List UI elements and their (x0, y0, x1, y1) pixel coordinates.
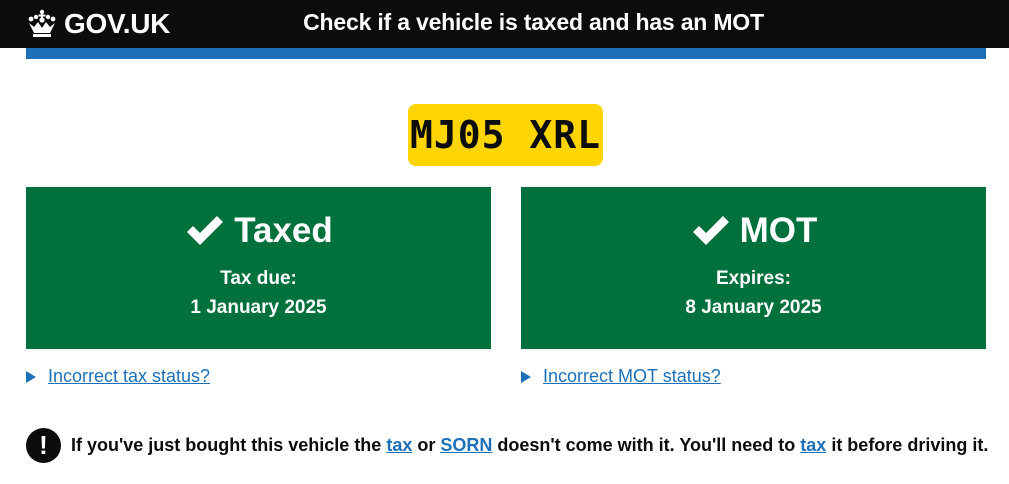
warning-text: ! If you've just bought this vehicle the… (26, 428, 988, 463)
incorrect-mot-status-link[interactable]: Incorrect MOT status? (543, 366, 721, 387)
warning-text-part: it before driving it. (826, 435, 989, 455)
warning-text-part: doesn't come with it. You'll need to (492, 435, 801, 455)
incorrect-tax-status-toggle[interactable]: Incorrect tax status? (26, 366, 210, 387)
mot-status-heading: MOT (521, 211, 986, 251)
tax-link[interactable]: tax (386, 435, 412, 455)
tick-icon (692, 216, 729, 245)
triangle-right-icon (521, 370, 531, 383)
tick-icon (187, 216, 224, 245)
warning-text-part: or (412, 435, 441, 455)
tax-due-date: 1 January 2025 (190, 297, 327, 318)
warning-message: If you've just bought this vehicle the t… (71, 435, 988, 456)
sorn-link[interactable]: SORN (440, 435, 492, 455)
tax-status-panel: Taxed Tax due: 1 January 2025 (26, 187, 491, 349)
tax-status-heading: Taxed (26, 211, 491, 251)
warning-text-part: If you've just bought this vehicle the (71, 435, 387, 455)
incorrect-tax-status-link[interactable]: Incorrect tax status? (48, 366, 210, 387)
service-name[interactable]: Check if a vehicle is taxed and has an M… (0, 9, 1009, 36)
tax-link[interactable]: tax (800, 435, 826, 455)
mot-expiry-date: 8 January 2025 (685, 297, 822, 318)
tax-status-title: Taxed (234, 211, 333, 250)
mot-status-panel: MOT Expires: 8 January 2025 (521, 187, 986, 349)
site-header: GOV.UK Check if a vehicle is taxed and h… (0, 0, 1009, 48)
mot-expires-label: Expires: (716, 268, 791, 289)
incorrect-mot-status-toggle[interactable]: Incorrect MOT status? (521, 366, 721, 387)
mot-status-title: MOT (739, 211, 818, 250)
registration-plate: MJ05 XRL (408, 104, 603, 166)
tax-due-label: Tax due: (220, 268, 297, 289)
header-blue-bar (26, 48, 986, 59)
exclamation-icon: ! (26, 428, 61, 463)
triangle-right-icon (26, 370, 36, 383)
